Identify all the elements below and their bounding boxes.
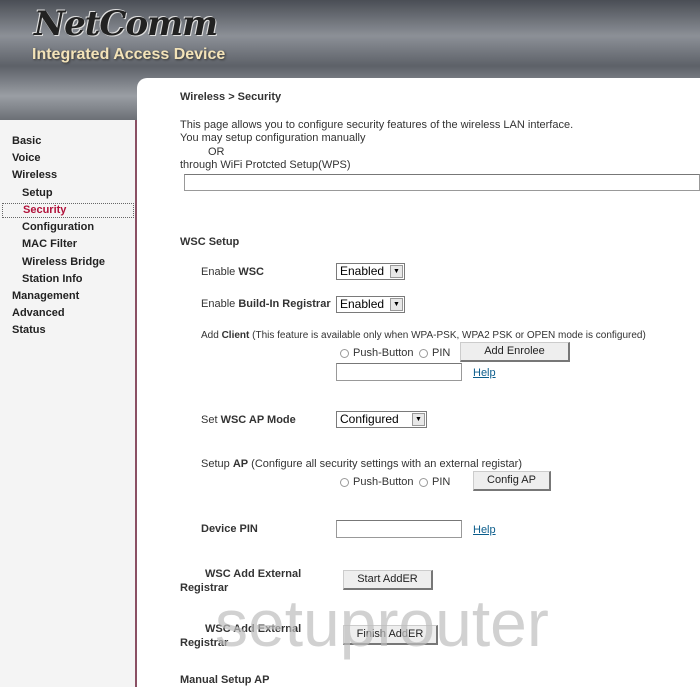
sidebar-item-station-info[interactable]: Station Info <box>22 273 83 285</box>
sidebar-item-mac-filter[interactable]: MAC Filter <box>22 238 77 250</box>
chevron-down-icon: ▼ <box>412 413 425 426</box>
chevron-down-icon: ▼ <box>390 298 403 311</box>
sidebar-item-advanced[interactable]: Advanced <box>12 307 65 319</box>
ap-mode-select[interactable]: Configured ▼ <box>336 411 427 428</box>
ap-mode-label: Set WSC AP Mode <box>201 414 296 426</box>
sidebar-item-wireless-bridge[interactable]: Wireless Bridge <box>22 256 105 268</box>
ap-push-button-radio[interactable]: Push-Button <box>340 476 414 488</box>
ap-pin-radio[interactable]: PIN <box>419 476 450 488</box>
build-in-registrar-label: Enable Build-In Registrar <box>201 298 331 310</box>
header-tagline: Integrated Access Device <box>32 46 226 63</box>
setup-ap-label: Setup AP (Configure all security setting… <box>201 458 522 470</box>
ext-registrar-label: WSC Add External <box>205 568 302 580</box>
client-pin-input[interactable] <box>336 363 462 381</box>
description-line: through WiFi Protcted Setup(WPS) <box>180 159 351 171</box>
radio-icon <box>419 348 428 358</box>
manual-setup-heading: Manual Setup AP <box>180 674 270 686</box>
breadcrumb: Wireless > Security <box>180 91 282 103</box>
device-pin-label: Device PIN <box>201 523 258 535</box>
netcomm-logo: NetComm <box>34 4 218 44</box>
add-enrolee-button[interactable]: Add Enrolee <box>460 342 570 362</box>
sidebar-item-setup[interactable]: Setup <box>22 187 53 199</box>
pin-radio[interactable]: PIN <box>419 347 450 359</box>
radio-icon <box>340 477 349 487</box>
description-or: OR <box>208 146 225 158</box>
wps-info-box <box>184 174 700 191</box>
sidebar-item-wireless[interactable]: Wireless <box>12 169 57 181</box>
device-pin-input[interactable] <box>336 520 462 538</box>
wsc-setup-heading: WSC Setup <box>180 236 240 248</box>
push-button-radio[interactable]: Push-Button <box>340 347 414 359</box>
radio-icon <box>419 477 428 487</box>
description-line: This page allows you to configure securi… <box>180 119 574 131</box>
chevron-down-icon: ▼ <box>390 265 403 278</box>
sidebar-item-voice[interactable]: Voice <box>12 152 41 164</box>
help-link[interactable]: Help <box>473 367 496 379</box>
sidebar-item-configuration[interactable]: Configuration <box>22 221 94 233</box>
enable-wsc-select[interactable]: Enabled ▼ <box>336 263 405 280</box>
radio-icon <box>340 348 349 358</box>
description-line: You may setup configuration manually <box>180 132 366 144</box>
sidebar-item-security[interactable]: Security <box>2 203 134 218</box>
watermark: setuprouter <box>215 586 549 660</box>
sidebar-item-management[interactable]: Management <box>12 290 79 302</box>
build-in-registrar-select[interactable]: Enabled ▼ <box>336 296 405 313</box>
enable-wsc-label: Enable WSC <box>201 266 264 278</box>
help-link[interactable]: Help <box>473 524 496 536</box>
sidebar-nav: Basic Voice Wireless Setup Security Conf… <box>0 120 137 687</box>
sidebar-item-status[interactable]: Status <box>12 324 46 336</box>
config-ap-button[interactable]: Config AP <box>473 471 551 491</box>
sidebar-item-basic[interactable]: Basic <box>12 135 41 147</box>
add-client-label: Add Client (This feature is available on… <box>201 330 646 341</box>
